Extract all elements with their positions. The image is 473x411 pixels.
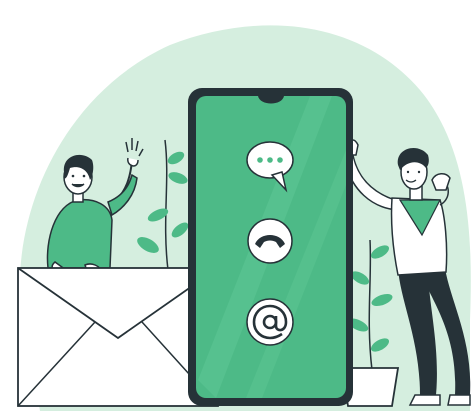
at-sign-icon: [246, 298, 294, 346]
contact-illustration: [0, 0, 473, 411]
illustration-svg: [17, 25, 471, 411]
phone-handset-icon: [247, 218, 293, 264]
